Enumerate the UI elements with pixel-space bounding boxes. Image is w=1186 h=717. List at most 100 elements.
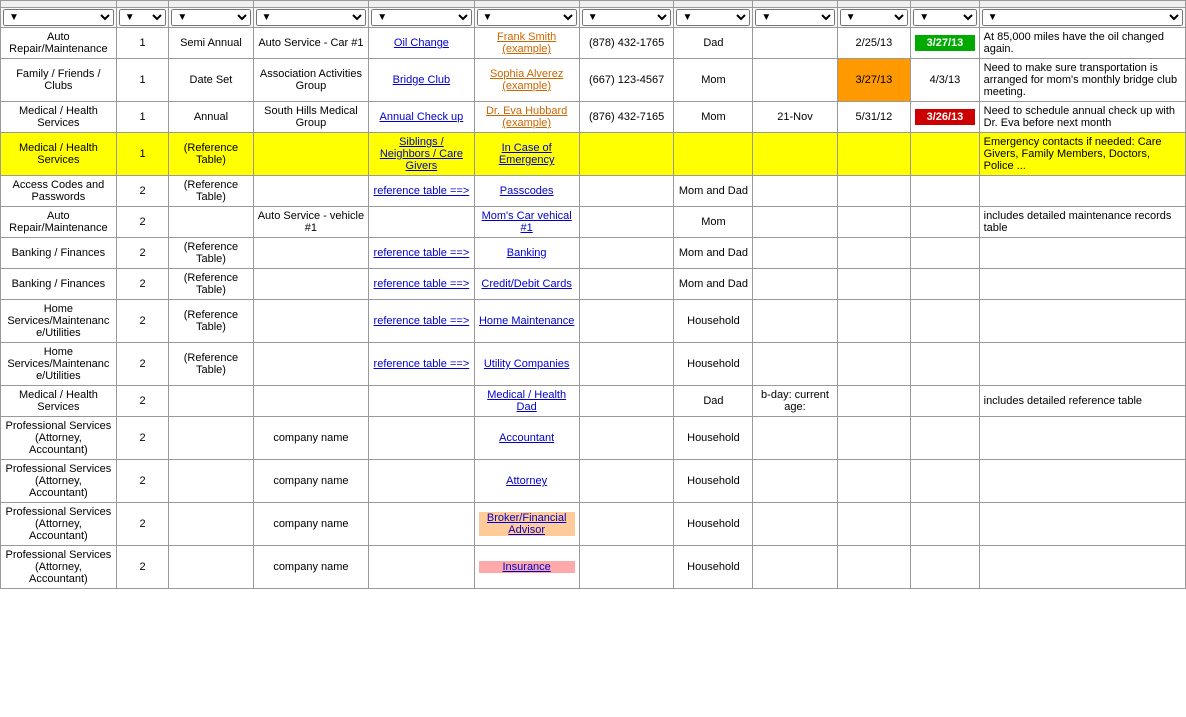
cell-category: Professional Services (Attorney, Account… xyxy=(1,546,117,589)
cell-status: Semi Annual xyxy=(169,28,253,59)
appt-link[interactable]: Bridge Club xyxy=(393,74,450,86)
contact-link[interactable]: Medical / Health Dad xyxy=(487,389,566,413)
cell-phone xyxy=(579,300,674,343)
filter-family[interactable]: ▼ xyxy=(676,9,750,26)
cell-followup: 3/27/13 xyxy=(911,28,979,59)
cell-priority: 1 xyxy=(116,59,169,102)
contact-link[interactable]: Utility Companies xyxy=(484,358,570,370)
contact-link[interactable]: Credit/Debit Cards xyxy=(481,278,571,290)
contact-link[interactable]: Frank Smith (example) xyxy=(497,31,556,55)
cell-comments xyxy=(979,460,1185,503)
filter-comments[interactable]: ▼ xyxy=(982,9,1183,26)
cell-lastcontact xyxy=(837,207,911,238)
cell-family: Household xyxy=(674,417,753,460)
appt-link[interactable]: Annual Check up xyxy=(380,111,464,123)
cell-followup xyxy=(911,503,979,546)
cell-category: Medical / Health Services xyxy=(1,133,117,176)
appt-link[interactable]: Oil Change xyxy=(394,37,449,49)
cell-company: company name xyxy=(253,417,369,460)
filter-followup[interactable]: ▼ xyxy=(913,9,976,26)
cell-status xyxy=(169,503,253,546)
header-category xyxy=(1,1,117,8)
cell-appt: Siblings / Neighbors / Care Givers xyxy=(369,133,474,176)
contact-link[interactable]: Banking xyxy=(507,247,547,259)
contact-link[interactable]: Mom's Car vehical #1 xyxy=(482,210,572,234)
cell-contact: Home Maintenance xyxy=(474,300,579,343)
contact-link[interactable]: Attorney xyxy=(506,475,547,487)
appt-link[interactable]: reference table ==> xyxy=(374,315,470,327)
contact-link[interactable]: Sophia Alverez (example) xyxy=(490,68,563,92)
contact-link[interactable]: Insurance xyxy=(502,561,550,573)
cell-appt xyxy=(369,546,474,589)
cell-status: (Reference Table) xyxy=(169,300,253,343)
cell-phone xyxy=(579,460,674,503)
contact-link[interactable]: Home Maintenance xyxy=(479,315,574,327)
cell-followup xyxy=(911,546,979,589)
cell-status: Annual xyxy=(169,102,253,133)
contact-link[interactable]: In Case of Emergency xyxy=(499,142,555,166)
filter-status[interactable]: ▼ xyxy=(171,9,250,26)
filter-contact[interactable]: ▼ xyxy=(477,9,577,26)
cell-category: Banking / Finances xyxy=(1,238,117,269)
cell-lastcontact xyxy=(837,176,911,207)
cell-appt xyxy=(369,503,474,546)
cell-bday xyxy=(753,207,837,238)
filter-bday[interactable]: ▼ xyxy=(755,9,834,26)
filter-lastcontact[interactable]: ▼ xyxy=(840,9,909,26)
header-appt xyxy=(369,1,474,8)
cell-followup xyxy=(911,300,979,343)
cell-status: (Reference Table) xyxy=(169,133,253,176)
contact-link[interactable]: Broker/Financial Advisor xyxy=(487,512,566,536)
cell-contact: Broker/Financial Advisor xyxy=(474,503,579,546)
contact-link[interactable]: Dr. Eva Hubbard (example) xyxy=(486,105,567,129)
appt-link[interactable]: Siblings / Neighbors / Care Givers xyxy=(380,136,463,172)
cell-bday xyxy=(753,460,837,503)
cell-bday xyxy=(753,59,837,102)
cell-company: company name xyxy=(253,503,369,546)
header-lastcontact xyxy=(837,1,911,8)
cell-status: (Reference Table) xyxy=(169,269,253,300)
cell-priority: 2 xyxy=(116,176,169,207)
main-spreadsheet: ▼ ▼ ▼ ▼ ▼ ▼ ▼ ▼ ▼ ▼ ▼ ▼ Auto Repair/Main… xyxy=(0,0,1186,589)
filter-company[interactable]: ▼ xyxy=(256,9,367,26)
cell-bday xyxy=(753,133,837,176)
filter-category[interactable]: ▼ xyxy=(3,9,114,26)
cell-contact: Medical / Health Dad xyxy=(474,386,579,417)
cell-appt: Annual Check up xyxy=(369,102,474,133)
cell-phone: (876) 432-7165 xyxy=(579,102,674,133)
cell-family: Mom and Dad xyxy=(674,269,753,300)
appt-link[interactable]: reference table ==> xyxy=(374,185,470,197)
contact-link[interactable]: Accountant xyxy=(499,432,554,444)
table-row: Medical / Health Services 1 (Reference T… xyxy=(1,133,1186,176)
cell-category: Family / Friends / Clubs xyxy=(1,59,117,102)
contact-link[interactable]: Passcodes xyxy=(500,185,554,197)
appt-link[interactable]: reference table ==> xyxy=(374,358,470,370)
cell-contact: Insurance xyxy=(474,546,579,589)
appt-link[interactable]: reference table ==> xyxy=(374,247,470,259)
cell-phone xyxy=(579,417,674,460)
cell-status xyxy=(169,546,253,589)
cell-priority: 1 xyxy=(116,28,169,59)
header-priority xyxy=(116,1,169,8)
cell-status xyxy=(169,460,253,503)
cell-lastcontact: 3/27/13 xyxy=(837,59,911,102)
cell-bday xyxy=(753,343,837,386)
filter-appt[interactable]: ▼ xyxy=(371,9,471,26)
filter-row[interactable]: ▼ ▼ ▼ ▼ ▼ ▼ ▼ ▼ ▼ ▼ ▼ ▼ xyxy=(1,8,1186,28)
cell-category: Professional Services (Attorney, Account… xyxy=(1,460,117,503)
cell-followup: 3/26/13 xyxy=(911,102,979,133)
cell-category: Professional Services (Attorney, Account… xyxy=(1,417,117,460)
table-row: Home Services/Maintenance/Utilities 2 (R… xyxy=(1,300,1186,343)
header-contact xyxy=(474,1,579,8)
cell-contact: Accountant xyxy=(474,417,579,460)
cell-category: Home Services/Maintenance/Utilities xyxy=(1,343,117,386)
cell-bday xyxy=(753,546,837,589)
filter-priority[interactable]: ▼ xyxy=(119,9,167,26)
cell-bday xyxy=(753,238,837,269)
table-row: Home Services/Maintenance/Utilities 2 (R… xyxy=(1,343,1186,386)
cell-lastcontact: 2/25/13 xyxy=(837,28,911,59)
cell-status: (Reference Table) xyxy=(169,176,253,207)
filter-phone[interactable]: ▼ xyxy=(582,9,672,26)
cell-category: Auto Repair/Maintenance xyxy=(1,28,117,59)
appt-link[interactable]: reference table ==> xyxy=(374,278,470,290)
